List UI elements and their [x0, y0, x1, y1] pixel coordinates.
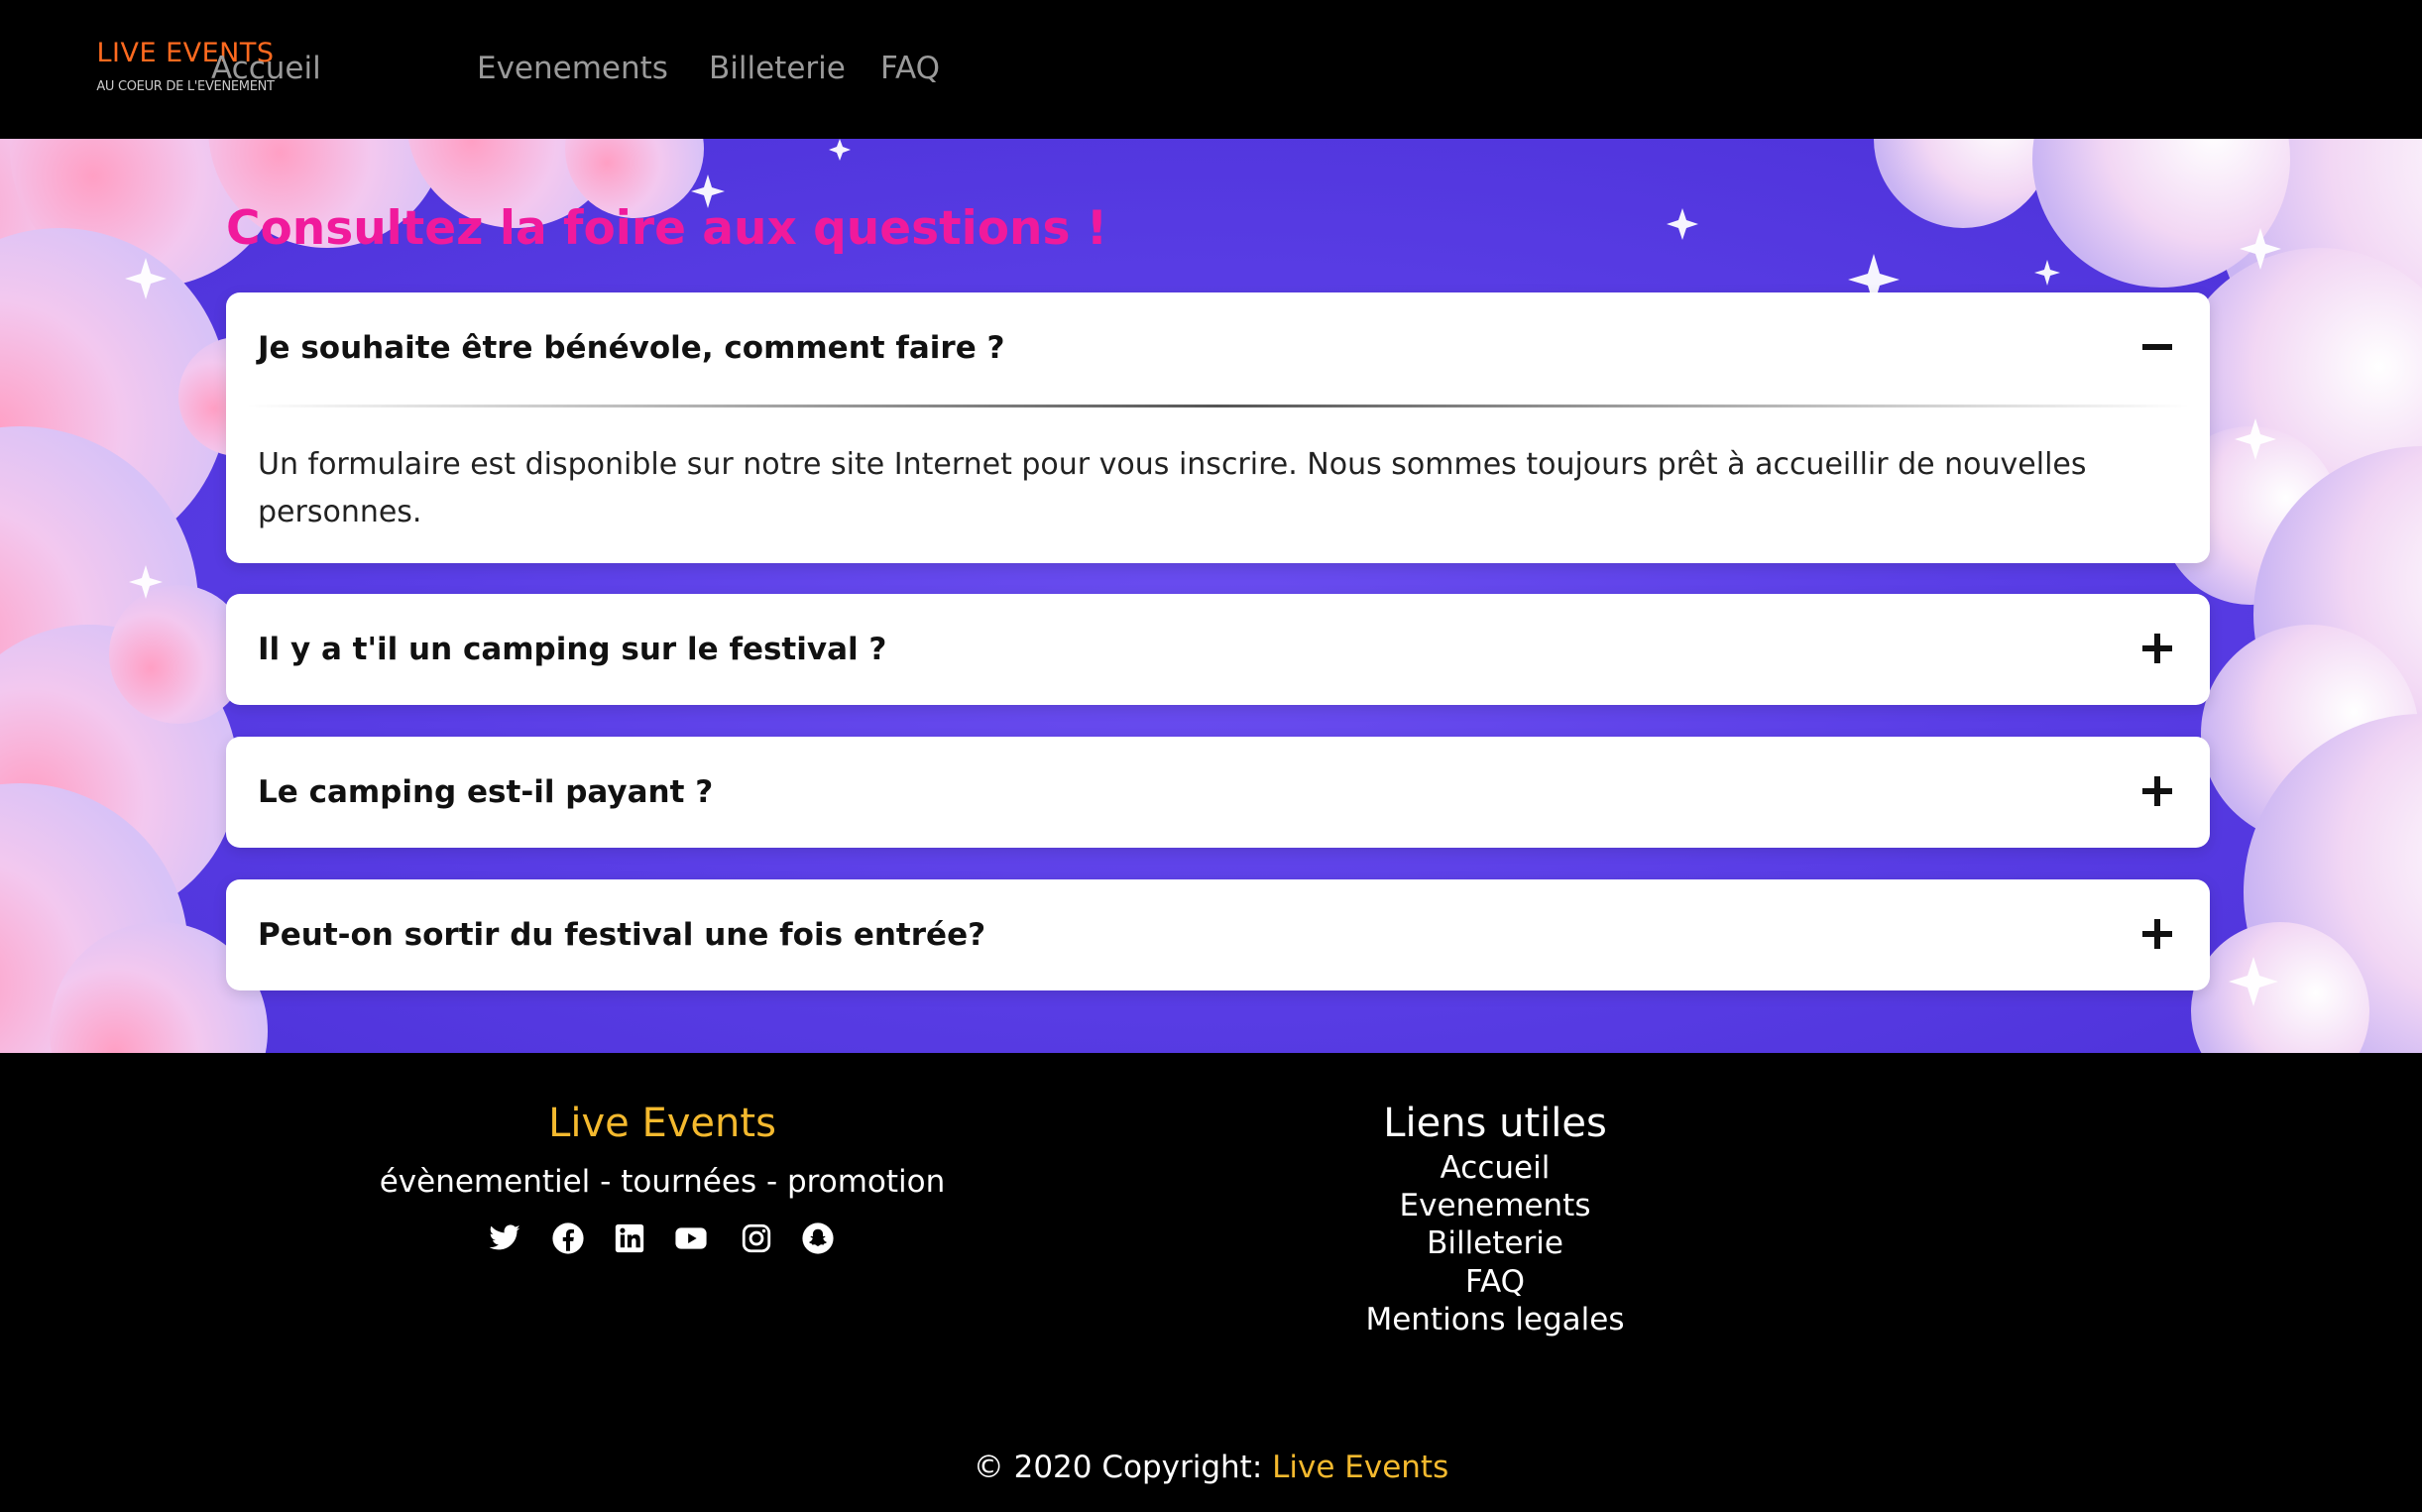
- footer-brand: Live Events: [548, 1101, 776, 1146]
- facebook-icon[interactable]: [551, 1221, 585, 1255]
- footer-links-title: Liens utiles: [1383, 1101, 1607, 1146]
- faq-item-volunteer: Je souhaite être bénévole, comment faire…: [226, 292, 2210, 563]
- nav-link-faq[interactable]: FAQ: [880, 51, 940, 86]
- faq-question-header[interactable]: Le camping est-il payant ?: [226, 737, 2210, 848]
- copyright-brand-link[interactable]: Live Events: [1272, 1450, 1448, 1485]
- footer-link-accueil[interactable]: Accueil: [1198, 1150, 1792, 1186]
- page: LIVE EVENTS AU COEUR DE L'EVENEMENT Accu…: [0, 0, 2422, 1512]
- nav-link-accueil[interactable]: Accueil: [211, 51, 321, 86]
- plus-icon[interactable]: [2140, 917, 2174, 951]
- faq-question: Je souhaite être bénévole, comment faire…: [258, 330, 1005, 366]
- linkedin-icon[interactable]: [613, 1221, 646, 1255]
- faq-item-exit: Peut-on sortir du festival une fois entr…: [226, 879, 2210, 990]
- faq-answer: Un formulaire est disponible sur notre s…: [258, 447, 2087, 529]
- faq-question-header[interactable]: Peut-on sortir du festival une fois entr…: [226, 879, 2210, 990]
- minus-icon[interactable]: [2140, 330, 2174, 364]
- twitter-icon[interactable]: [488, 1221, 521, 1255]
- footer-tagline: évènementiel - tournées - promotion: [379, 1164, 946, 1200]
- faq-item-camping: Il y a t'il un camping sur le festival ?: [226, 594, 2210, 705]
- faq-question-header[interactable]: Je souhaite être bénévole, comment faire…: [226, 292, 2210, 404]
- faq-question: Le camping est-il payant ?: [258, 774, 714, 810]
- snapchat-icon[interactable]: [801, 1221, 835, 1255]
- nav-link-billeterie[interactable]: Billeterie: [709, 51, 846, 86]
- footer-link-evenements[interactable]: Evenements: [1198, 1188, 1792, 1223]
- faq-divider: [246, 405, 2190, 407]
- faq-question: Il y a t'il un camping sur le festival ?: [258, 632, 887, 667]
- faq-section: Consultez la foire aux questions ! Je so…: [0, 139, 2422, 1053]
- footer-link-mentions-legales[interactable]: Mentions legales: [1198, 1302, 1792, 1338]
- faq-question: Peut-on sortir du festival une fois entr…: [258, 917, 986, 953]
- youtube-icon[interactable]: [674, 1221, 708, 1255]
- nav-link-evenements[interactable]: Evenements: [477, 51, 668, 86]
- footer: Live Events évènementiel - tournées - pr…: [0, 1053, 2422, 1512]
- plus-icon[interactable]: [2140, 774, 2174, 808]
- copyright-text: © 2020 Copyright:: [973, 1450, 1273, 1485]
- footer-link-faq[interactable]: FAQ: [1198, 1264, 1792, 1300]
- plus-icon[interactable]: [2140, 632, 2174, 665]
- instagram-icon[interactable]: [740, 1221, 773, 1255]
- navbar: LIVE EVENTS AU COEUR DE L'EVENEMENT Accu…: [15, 0, 2422, 139]
- faq-item-camping-price: Le camping est-il payant ?: [226, 737, 2210, 848]
- copyright: © 2020 Copyright: Live Events: [0, 1450, 2422, 1485]
- footer-link-billeterie[interactable]: Billeterie: [1198, 1225, 1792, 1261]
- faq-question-header[interactable]: Il y a t'il un camping sur le festival ?: [226, 594, 2210, 705]
- faq-title: Consultez la foire aux questions !: [226, 201, 1108, 256]
